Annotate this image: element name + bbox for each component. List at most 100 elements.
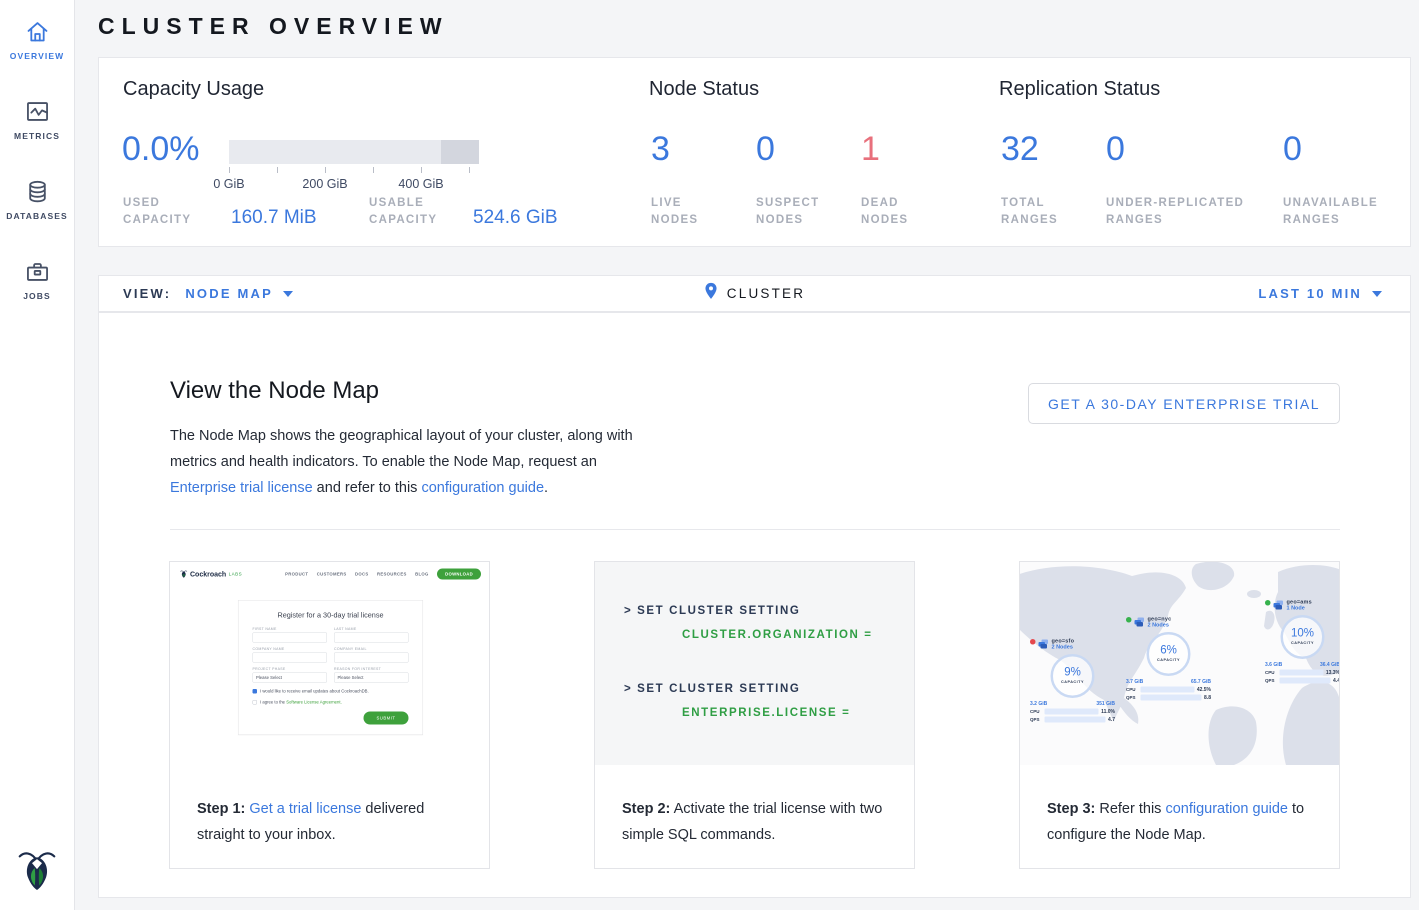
map-pin-icon	[704, 282, 718, 305]
locality-badge-sfo: geo=sfo2 Nodes 9% CAPACITY 3.2 GiB351 Gi…	[1030, 638, 1115, 723]
live-nodes-label: LIVE NODES	[651, 195, 731, 229]
locality-node-count: 1 Node	[1287, 605, 1312, 611]
qps-sparkline	[1280, 678, 1331, 684]
sidebar-item-jobs[interactable]: JOBS	[0, 258, 74, 301]
time-range-value[interactable]: LAST 10 MIN	[1258, 286, 1362, 301]
code-arg-2: ENTERPRISE.LICENSE =	[682, 707, 850, 719]
suspect-nodes-count: 0	[756, 130, 775, 169]
mini-nav-product: PRODUCT	[285, 572, 308, 577]
sidebar-item-label: JOBS	[0, 291, 74, 301]
sidebar-item-metrics[interactable]: METRICS	[0, 98, 74, 141]
locality-node-count: 2 Nodes	[1052, 644, 1075, 650]
checkbox-checked-icon	[253, 689, 258, 694]
mini-agree-checkbox-row: I agree to the Software License Agreemen…	[253, 700, 409, 705]
mini-site-logo: Cockroach LABS	[180, 570, 242, 579]
panel-description: The Node Map shows the geographical layo…	[170, 423, 633, 501]
breadcrumb: CLUSTER	[727, 286, 805, 301]
under-replicated-ranges-label: UNDER-REPLICATED RANGES	[1106, 195, 1266, 229]
mini-nav-docs: DOCS	[355, 572, 368, 577]
step-3-caption: Step 3: Refer this configuration guide t…	[1020, 765, 1339, 848]
step-3-text-pre: Refer this	[1095, 801, 1165, 817]
mini-company-name-input	[253, 653, 328, 663]
briefcase-icon	[0, 258, 74, 285]
step-2-caption: Step 2: Activate the trial license with …	[595, 765, 914, 848]
checkbox-empty-icon	[253, 700, 258, 705]
qps-sparkline	[1045, 717, 1106, 723]
sidebar: OVERVIEW METRICS DATABASES JOBS	[0, 0, 75, 910]
cpu-sparkline	[1045, 709, 1099, 715]
node-cube-icon	[1039, 640, 1049, 649]
live-node-status-dot	[1265, 600, 1271, 606]
sidebar-item-label: METRICS	[0, 131, 74, 141]
metrics-chart-icon	[0, 98, 74, 125]
mini-logo-suffix: LABS	[229, 572, 243, 577]
step-3-prefix: Step 3:	[1047, 801, 1095, 817]
node-locality-badges: geo=sfo2 Nodes 9% CAPACITY 3.2 GiB351 Gi…	[1020, 562, 1339, 765]
tick-label-200: 200 GiB	[302, 177, 347, 191]
time-range-selector[interactable]: LAST 10 MIN	[1258, 276, 1382, 311]
step-1-caption: Step 1: Get a trial license delivered st…	[170, 765, 489, 848]
used-capacity-label: USED CAPACITY	[123, 195, 213, 229]
unavailable-ranges-label: UNAVAILABLE RANGES	[1283, 195, 1403, 229]
mini-last-name-input	[334, 633, 409, 643]
under-replicated-ranges-count: 0	[1106, 130, 1125, 169]
page-title: CLUSTER OVERVIEW	[98, 13, 449, 40]
description-line-2: metrics and health indicators. To enable…	[170, 454, 597, 470]
sidebar-item-overview[interactable]: OVERVIEW	[0, 18, 74, 61]
node-cube-icon	[1274, 601, 1284, 610]
mini-nav-resources: RESOURCES	[377, 572, 407, 577]
capacity-gauge: 9% CAPACITY	[1051, 654, 1095, 698]
cpu-sparkline	[1280, 670, 1324, 676]
configuration-guide-link[interactable]: configuration guide	[1165, 801, 1288, 817]
mini-nav-customers: CUSTOMERS	[317, 572, 347, 577]
step-1-prefix: Step 1:	[197, 801, 245, 817]
chevron-down-icon	[1372, 291, 1382, 297]
cpu-sparkline	[1141, 687, 1195, 693]
code-prompt-1: > SET CLUSTER SETTING	[624, 605, 800, 617]
used-capacity-value: 160.7 MiB	[231, 207, 317, 229]
code-prompt-2: > SET CLUSTER SETTING	[624, 683, 800, 695]
dead-nodes-label: DEAD NODES	[861, 195, 941, 229]
tick-label-0: 0 GiB	[213, 177, 244, 191]
capacity-bar-tick-labels: 0 GiB 200 GiB 400 GiB	[229, 177, 479, 193]
usable-capacity-label: USABLE CAPACITY	[369, 195, 459, 229]
locality-badge-nyc: geo=nyc2 Nodes 6% CAPACITY 3.7 GiB65.7 G…	[1126, 616, 1211, 701]
locality-badge-ams: geo=ams1 Node 10% CAPACITY 3.6 GiB36.4 G…	[1265, 599, 1339, 684]
sidebar-item-databases[interactable]: DATABASES	[0, 178, 74, 221]
total-ranges-label: TOTAL RANGES	[1001, 195, 1081, 229]
get-trial-license-link[interactable]: Get a trial license	[249, 801, 361, 817]
mini-field-label: FIRST NAME	[253, 628, 328, 632]
cockroach-labs-logo-icon	[0, 847, 74, 898]
mini-site-nav: Cockroach LABS PRODUCT CUSTOMERS DOCS RE…	[170, 562, 489, 586]
mini-download-button: DOWNLOAD	[437, 569, 481, 580]
dead-nodes-count: 1	[861, 130, 880, 169]
capacity-bar-reserved-segment	[441, 140, 479, 164]
enterprise-trial-license-link[interactable]: Enterprise trial license	[170, 480, 313, 496]
capacity-gauge: 10% CAPACITY	[1281, 615, 1325, 659]
capacity-bar: 0 GiB 200 GiB 400 GiB	[229, 140, 479, 193]
mini-submit-button: SUBMIT	[363, 712, 408, 725]
configuration-guide-link[interactable]: configuration guide	[421, 480, 544, 496]
home-icon	[0, 18, 74, 45]
mini-field-label: PROJECT PHASE	[253, 668, 328, 672]
tick-label-400: 400 GiB	[398, 177, 443, 191]
cluster-overview-screen: OVERVIEW METRICS DATABASES JOBS	[0, 0, 1419, 910]
step-card-1: Cockroach LABS PRODUCT CUSTOMERS DOCS RE…	[169, 561, 490, 869]
replication-status-title: Replication Status	[999, 78, 1160, 101]
qps-sparkline	[1141, 695, 1202, 701]
total-ranges-count: 32	[1001, 130, 1039, 169]
panel-heading: View the Node Map	[170, 377, 379, 405]
view-bar: VIEW: NODE MAP CLUSTER LAST 10 MIN	[98, 275, 1411, 312]
enterprise-trial-button[interactable]: GET A 30-DAY ENTERPRISE TRIAL	[1028, 383, 1340, 424]
node-map-preview-image: geo=sfo2 Nodes 9% CAPACITY 3.2 GiB351 Gi…	[1020, 562, 1339, 765]
mini-nav-blog: BLOG	[415, 572, 428, 577]
suspect-nodes-label: SUSPECT NODES	[756, 195, 836, 229]
mini-checkbox1-label: I would like to receive email updates ab…	[260, 689, 369, 694]
mini-first-name-input	[253, 633, 328, 643]
description-mid: and refer to this	[313, 480, 422, 496]
live-nodes-count: 3	[651, 130, 670, 169]
mini-company-email-input	[334, 653, 409, 663]
sidebar-item-label: OVERVIEW	[0, 51, 74, 61]
mini-form-title: Register for a 30-day trial license	[253, 612, 409, 620]
locality-node-count: 2 Nodes	[1148, 622, 1172, 628]
